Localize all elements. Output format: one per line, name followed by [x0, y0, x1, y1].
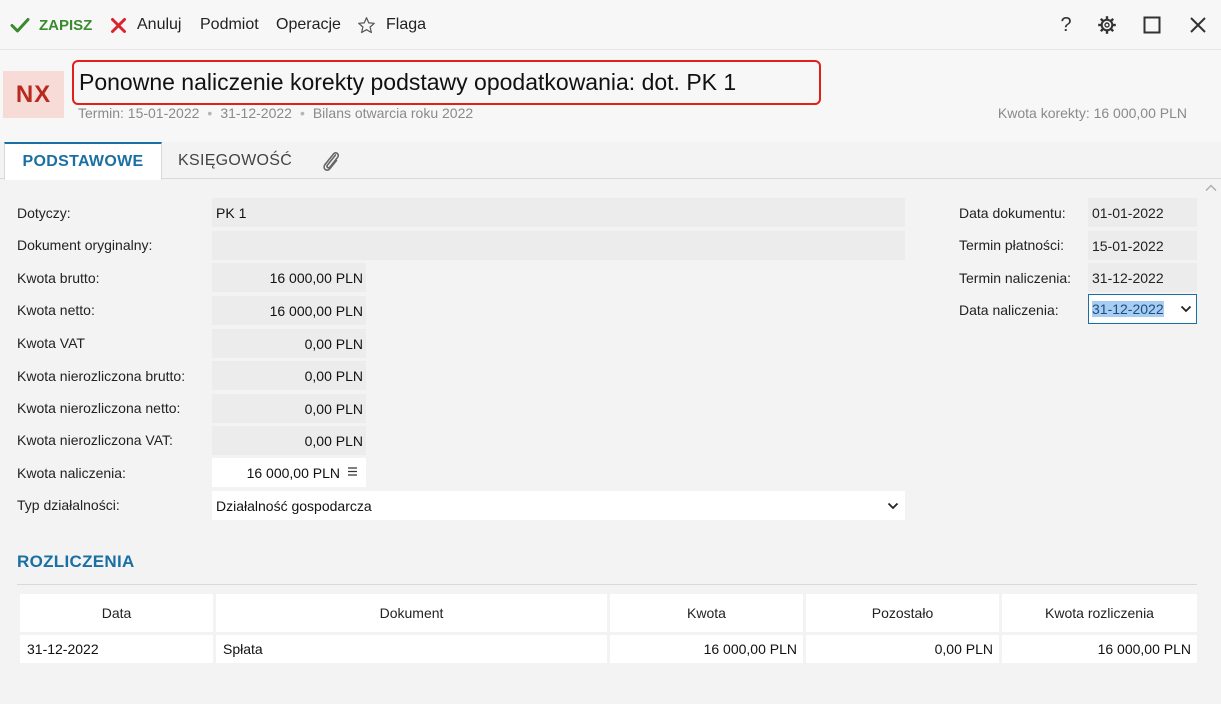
bilans-text: Bilans otwarcia roku 2022	[312, 105, 474, 121]
data-dokumentu-field[interactable]: 01-01-2022	[1088, 198, 1197, 227]
close-window-button[interactable]	[1185, 12, 1211, 38]
table-cell-kwota[interactable]: 16 000,00 PLN	[610, 635, 803, 663]
operacje-label: Operacje	[276, 16, 341, 33]
tab-attachments[interactable]	[320, 142, 342, 179]
kwota-brutto-field: 16 000,00 PLN	[212, 263, 366, 292]
col-header-kwota-rozliczenia[interactable]: Kwota rozliczenia	[1002, 594, 1197, 632]
page-title: Ponowne naliczenie korekty podstawy opod…	[79, 69, 737, 95]
kwota-vat-label: Kwota VAT	[17, 335, 85, 351]
termin-naliczenia-label: Termin naliczenia:	[959, 270, 1072, 286]
nierozliczona-vat-field: 0,00 PLN	[212, 426, 366, 455]
kwota-netto-label: Kwota netto:	[17, 302, 95, 318]
col-header-pozostalo[interactable]: Pozostało	[806, 594, 999, 632]
cancel-button[interactable]: Anuluj	[110, 0, 181, 50]
dokument-oryginalny-field[interactable]	[212, 231, 905, 260]
maximize-icon	[1143, 16, 1161, 34]
gear-icon	[1098, 16, 1116, 34]
close-x-icon	[111, 17, 126, 33]
document-subline: Termin: 15-01-2022 • 31-12-2022 • Bilans otw…	[78, 105, 474, 121]
help-button[interactable]: ?	[1053, 12, 1079, 38]
paperclip-icon	[323, 151, 340, 171]
chevron-down-icon	[1180, 305, 1192, 313]
termin-platnosci-label: Termin płatności:	[959, 237, 1065, 253]
nierozliczona-vat-label: Kwota nierozliczona VAT:	[17, 432, 173, 448]
podmiot-menu[interactable]: Podmiot	[200, 0, 259, 50]
kwota-brutto-label: Kwota brutto:	[17, 270, 100, 286]
dokument-oryginalny-label: Dokument oryginalny:	[17, 237, 153, 253]
flaga-label: Flaga	[386, 16, 427, 33]
close-icon	[1190, 17, 1206, 33]
termin-platnosci-field[interactable]: 15-01-2022	[1088, 231, 1197, 260]
document-type-badge: NX	[3, 71, 64, 118]
flag-button[interactable]: Flaga	[357, 0, 426, 50]
scroll-up-icon[interactable]	[1204, 181, 1218, 195]
dotyczy-label: Dotyczy:	[17, 205, 71, 221]
data-naliczenia-label: Data naliczenia:	[959, 302, 1059, 318]
data-naliczenia-picker[interactable]: 31-12-2022	[1088, 294, 1197, 324]
termin-text: Termin: 15-01-2022	[78, 105, 200, 121]
tab-podstawowe[interactable]: PODSTAWOWE	[4, 142, 162, 180]
data-naliczenia-value: 31-12-2022	[1092, 301, 1164, 317]
title-highlight-box: Ponowne naliczenie korekty podstawy opod…	[72, 60, 821, 105]
data-dokumentu-label: Data dokumentu:	[959, 205, 1066, 221]
document-header: NX Ponowne naliczenie korekty podstawy o…	[0, 50, 1221, 142]
table-cell-dokument[interactable]: Spłata	[216, 635, 607, 663]
typ-dzialalnosci-select[interactable]: Działalność gospodarcza	[212, 491, 905, 520]
termin-naliczenia-field[interactable]: 31-12-2022	[1088, 263, 1197, 292]
star-icon	[358, 16, 375, 33]
tab-bar: PODSTAWOWE KSIĘGOWOŚĆ	[0, 142, 1221, 180]
dotyczy-field[interactable]: PK 1	[212, 198, 905, 227]
cancel-label: Anuluj	[137, 16, 182, 33]
tab-ksiegowosc[interactable]: KSIĘGOWOŚĆ	[178, 142, 292, 179]
rozliczenia-heading: ROZLICZENIA	[17, 552, 135, 571]
typ-dzialalnosci-value: Działalność gospodarcza	[216, 497, 372, 514]
checkmark-icon	[10, 18, 30, 33]
table-cell-data[interactable]: 31-12-2022	[20, 635, 213, 663]
toolbar: ZAPISZ Anuluj Podmiot Operacje Flaga ?	[0, 0, 1221, 50]
kwota-netto-field: 16 000,00 PLN	[212, 296, 366, 325]
nierozliczona-brutto-label: Kwota nierozliczona brutto:	[17, 368, 186, 384]
kwota-korekty: Kwota korekty: 16 000,00 PLN	[997, 105, 1187, 121]
save-button[interactable]: ZAPISZ	[10, 0, 92, 50]
calculator-menu-icon[interactable]	[347, 467, 358, 476]
maximize-button[interactable]	[1139, 12, 1165, 38]
typ-dzialalnosci-label: Typ działalności:	[17, 497, 120, 513]
section-divider	[17, 584, 1197, 585]
kwota-naliczenia-label: Kwota naliczenia:	[17, 465, 126, 481]
operacje-menu[interactable]: Operacje	[276, 0, 341, 50]
settings-button[interactable]	[1094, 12, 1120, 38]
nierozliczona-brutto-field: 0,00 PLN	[212, 361, 366, 390]
podmiot-label: Podmiot	[200, 16, 259, 33]
kwota-vat-field: 0,00 PLN	[212, 329, 366, 358]
table-cell-kwota-rozliczenia[interactable]: 16 000,00 PLN	[1002, 635, 1197, 663]
col-header-dokument[interactable]: Dokument	[216, 594, 607, 632]
kwota-naliczenia-input[interactable]: 16 000,00 PLN	[212, 458, 366, 487]
col-header-kwota[interactable]: Kwota	[610, 594, 803, 632]
col-header-data[interactable]: Data	[20, 594, 213, 632]
chevron-down-icon	[887, 502, 899, 509]
nierozliczona-netto-field: 0,00 PLN	[212, 394, 366, 423]
date-text: 31-12-2022	[220, 105, 292, 121]
help-icon: ?	[1060, 13, 1072, 36]
save-label: ZAPISZ	[39, 16, 93, 34]
table-cell-pozostalo[interactable]: 0,00 PLN	[806, 635, 999, 663]
nierozliczona-netto-label: Kwota nierozliczona netto:	[17, 400, 181, 416]
